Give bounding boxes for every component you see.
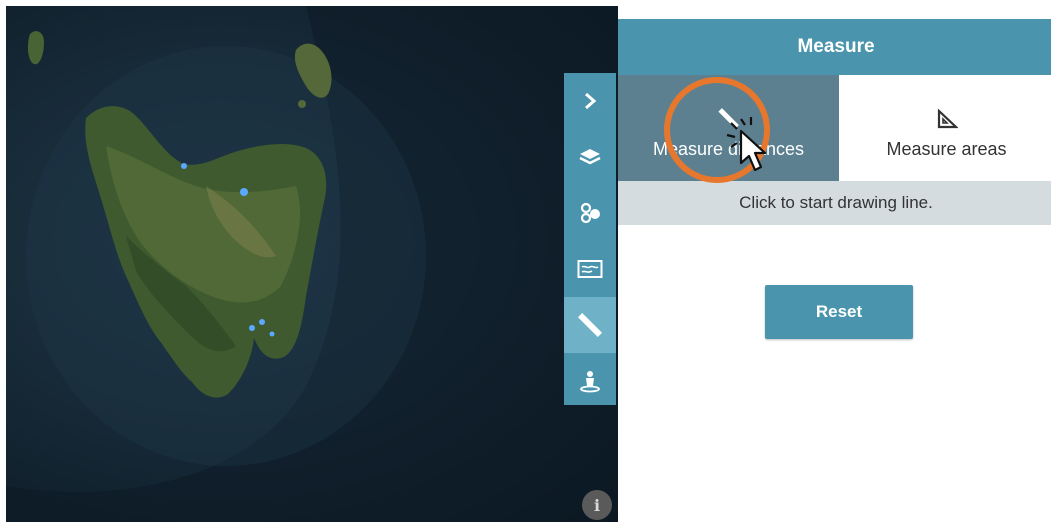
legend-button[interactable] — [564, 185, 616, 241]
satellite-imagery — [6, 6, 618, 522]
legend-icon — [580, 202, 600, 224]
collapse-panel-button[interactable] — [564, 73, 616, 129]
ruler-icon — [717, 107, 739, 129]
panel-title: Measure — [618, 19, 1051, 75]
ruler-icon — [577, 312, 603, 338]
tab-label: Measure areas — [886, 138, 1007, 159]
location-icon — [580, 371, 600, 393]
tab-measure-areas[interactable]: Measure areas — [839, 75, 1051, 181]
tab-measure-distances[interactable]: Measure distances — [618, 75, 839, 181]
layers-icon — [579, 149, 601, 165]
measure-panel: Measure Measure distances Measure areas … — [618, 19, 1051, 522]
basemap-icon — [577, 260, 603, 278]
location-button[interactable] — [564, 353, 616, 409]
chevron-right-icon — [585, 92, 597, 110]
measure-tabs: Measure distances Measure areas — [618, 75, 1051, 181]
side-toolbar — [564, 73, 616, 405]
tab-label: Measure distances — [652, 138, 805, 159]
map-view[interactable]: i — [6, 6, 618, 522]
reset-button[interactable]: Reset — [765, 285, 913, 339]
set-square-icon — [937, 108, 958, 128]
info-icon[interactable]: i — [582, 490, 612, 520]
basemap-button[interactable] — [564, 241, 616, 297]
app-frame: i Measure Measure distances Measure area… — [0, 0, 1054, 525]
measure-tool-button[interactable] — [564, 297, 616, 353]
layers-button[interactable] — [564, 129, 616, 185]
instruction-text: Click to start drawing line. — [618, 181, 1051, 225]
